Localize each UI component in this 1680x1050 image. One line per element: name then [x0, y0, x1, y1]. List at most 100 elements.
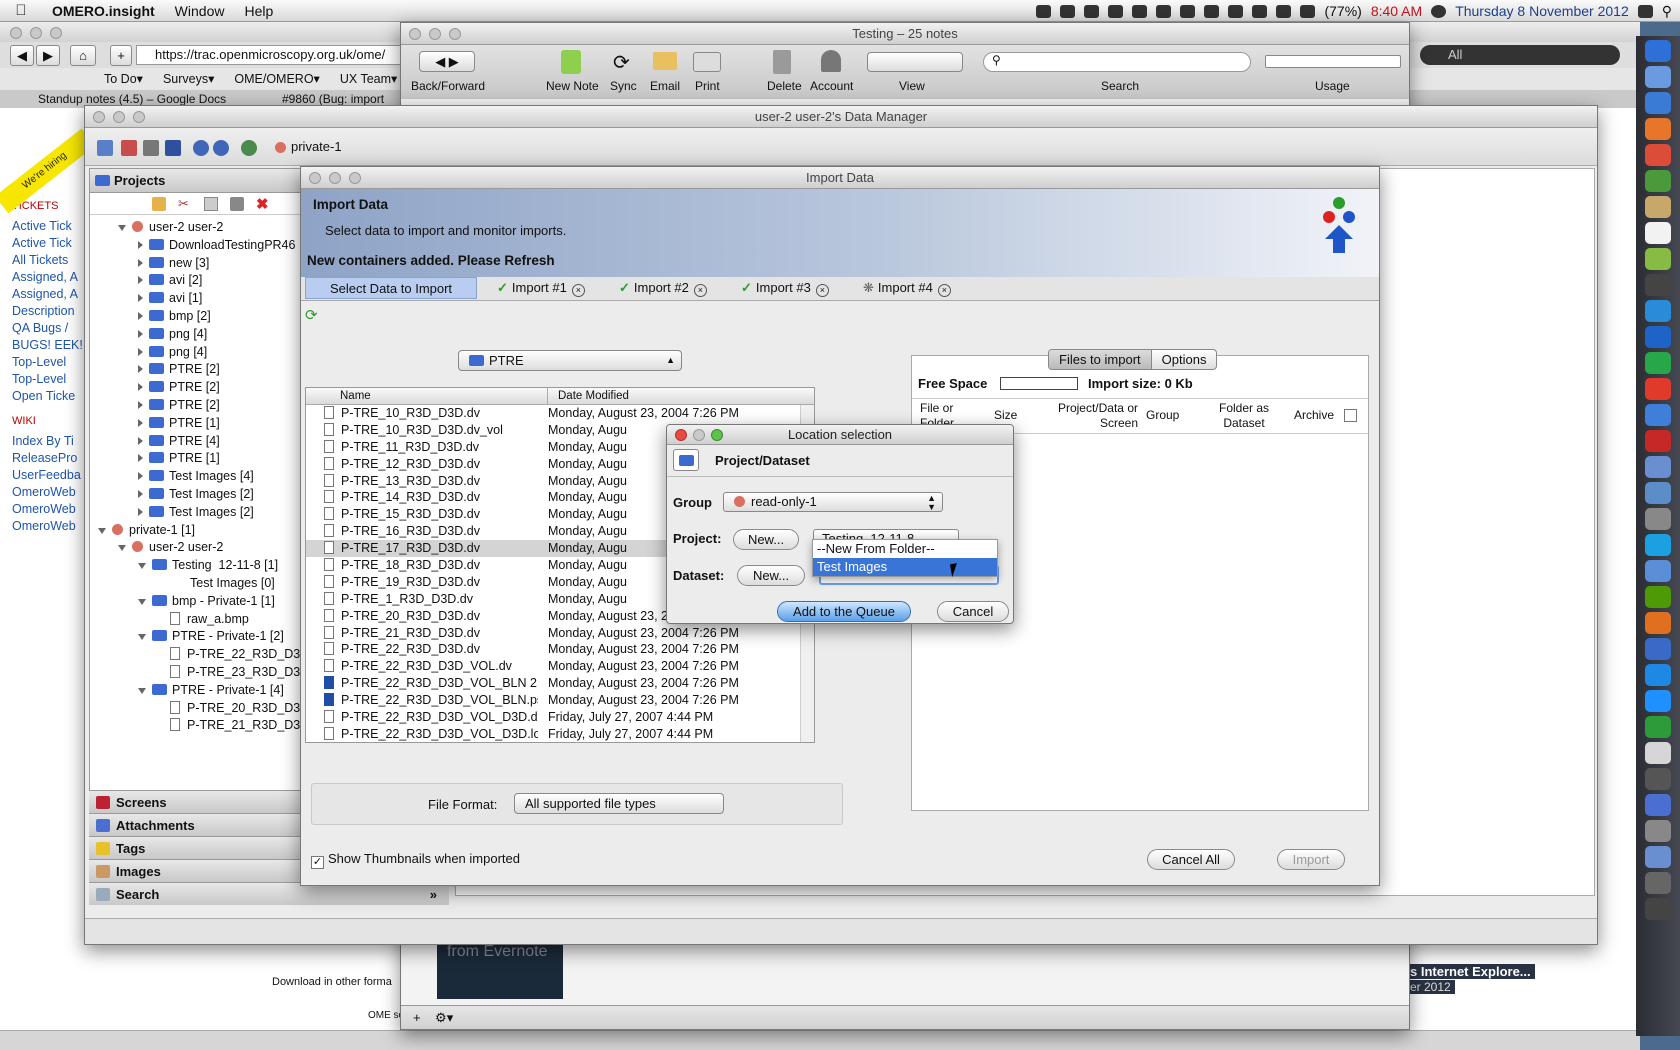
- sync-icon[interactable]: ⟳: [613, 50, 630, 75]
- file-row[interactable]: P-TRE_22_R3D_D3D_VOL.dv Monday, August 23…: [306, 658, 814, 675]
- clock-date[interactable]: Thursday 8 November 2012: [1455, 3, 1629, 19]
- ticket-link[interactable]: Top-Level: [12, 371, 90, 388]
- status-icon[interactable]: [1156, 4, 1172, 18]
- back-button[interactable]: ◀: [10, 45, 34, 66]
- dock-app-icon[interactable]: [1645, 534, 1671, 556]
- dataset-option-test-images[interactable]: Test Images: [813, 558, 997, 576]
- tab-import-1[interactable]: ✓ Import #1 ×: [497, 277, 585, 299]
- zoom-button[interactable]: [349, 172, 361, 184]
- download-text[interactable]: Download in other forma: [272, 976, 392, 988]
- notification-icon[interactable]: [1637, 4, 1653, 18]
- dataset-option-new-from-folder[interactable]: --New From Folder--: [813, 540, 997, 558]
- ticket-link[interactable]: QA Bugs /: [12, 320, 90, 337]
- dock-app-icon[interactable]: [1645, 482, 1671, 504]
- disclosure-triangle-icon[interactable]: [138, 400, 143, 409]
- wiki-link[interactable]: Index By Ti: [12, 433, 90, 450]
- toolbar-icon[interactable]: [121, 140, 137, 156]
- close-tab-icon[interactable]: ×: [571, 284, 585, 297]
- chevron-down-icon[interactable]: »: [430, 883, 437, 906]
- minimize-button[interactable]: [329, 172, 341, 184]
- file-row[interactable]: P-TRE_10_R3D_D3D.dv Monday, August 23, 20…: [306, 405, 814, 422]
- ie-link[interactable]: s Internet Explore...: [1406, 964, 1535, 979]
- zoom-button[interactable]: [449, 28, 461, 40]
- status-icon[interactable]: [1132, 4, 1148, 18]
- disclosure-triangle-icon[interactable]: [138, 687, 146, 694]
- disclosure-triangle-icon[interactable]: [138, 347, 143, 356]
- dock-app-icon[interactable]: [1645, 430, 1671, 452]
- email-icon[interactable]: [653, 52, 677, 70]
- ticket-link[interactable]: Active Tick: [12, 235, 90, 252]
- dock-app-icon[interactable]: [1645, 846, 1671, 868]
- dock-app-icon[interactable]: [1645, 196, 1671, 218]
- status-icon[interactable]: [1036, 4, 1052, 18]
- cancel-all-button[interactable]: Cancel All: [1147, 849, 1235, 870]
- browser-search[interactable]: All: [1420, 45, 1620, 65]
- file-row[interactable]: P-TRE_22_R3D_D3D.dv Monday, August 23, 20…: [306, 641, 814, 658]
- back-forward-button[interactable]: ◀ ▶: [419, 51, 475, 72]
- disclosure-triangle-icon[interactable]: [138, 383, 143, 392]
- disclosure-triangle-icon[interactable]: [138, 276, 143, 285]
- disclosure-triangle-icon[interactable]: [138, 436, 143, 445]
- new-tab-button[interactable]: +: [110, 45, 132, 66]
- new-dataset-button[interactable]: New...: [737, 565, 805, 586]
- tab-select-data[interactable]: Select Data to Import: [305, 277, 477, 299]
- dock-app-icon[interactable]: [1645, 222, 1671, 244]
- wifi-icon[interactable]: [1252, 4, 1268, 18]
- paste-icon[interactable]: [230, 197, 244, 211]
- menu-help[interactable]: Help: [234, 3, 283, 19]
- zoom-button[interactable]: [133, 111, 145, 123]
- group-selector[interactable]: private-1: [291, 139, 342, 154]
- account-button[interactable]: Account: [810, 79, 853, 93]
- column-name[interactable]: Name: [306, 388, 548, 404]
- disclosure-triangle-icon[interactable]: [138, 634, 146, 641]
- folder-selector[interactable]: PTRE ▲: [458, 350, 682, 371]
- toolbar-icon[interactable]: [193, 140, 209, 156]
- disclosure-triangle-icon[interactable]: [138, 365, 143, 374]
- toolbar-icon[interactable]: [241, 140, 257, 156]
- dock-app-icon[interactable]: [1645, 560, 1671, 582]
- dock-app-icon[interactable]: [1645, 144, 1671, 166]
- toolbar-icon[interactable]: [97, 140, 113, 156]
- account-icon[interactable]: [821, 50, 841, 72]
- tab-import-3[interactable]: ✓ Import #3 ×: [741, 277, 829, 299]
- menu-window[interactable]: Window: [165, 3, 235, 19]
- group-select[interactable]: read-only-1 ▲ ▼: [723, 492, 943, 512]
- show-thumbnails-checkbox[interactable]: ✓: [311, 856, 324, 869]
- dock-app-icon[interactable]: [1645, 898, 1671, 920]
- disclosure-triangle-icon[interactable]: [98, 527, 106, 534]
- new-project-button[interactable]: New...: [733, 529, 799, 550]
- zoom-button[interactable]: [711, 429, 723, 441]
- user-icon[interactable]: [1431, 4, 1447, 18]
- apple-menu-icon[interactable]: : [0, 2, 42, 19]
- disclosure-triangle-icon[interactable]: [138, 311, 143, 320]
- status-icon[interactable]: [1228, 4, 1244, 18]
- file-row[interactable]: P-TRE_22_R3D_D3D_VOL_BLN.psd Monday, Augu…: [306, 692, 814, 709]
- disclosure-triangle-icon[interactable]: [138, 329, 143, 338]
- tab-import-4[interactable]: ❋ Import #4 ×: [863, 277, 951, 299]
- disclosure-triangle-icon[interactable]: [138, 294, 143, 303]
- add-to-queue-button[interactable]: Add to the Queue: [777, 601, 911, 622]
- email-button[interactable]: Email: [650, 79, 680, 93]
- toolbar-icon[interactable]: [165, 140, 181, 156]
- dock-app-icon[interactable]: [1645, 690, 1671, 712]
- ticket-link[interactable]: All Tickets: [12, 252, 90, 269]
- new-container-icon[interactable]: [152, 197, 166, 211]
- dock-app-icon[interactable]: [1645, 664, 1671, 686]
- close-tab-icon[interactable]: ×: [693, 284, 707, 297]
- tab-files-to-import[interactable]: Files to import: [1049, 350, 1152, 369]
- close-tab-icon[interactable]: ×: [815, 284, 829, 297]
- forward-button[interactable]: ▶: [36, 45, 60, 66]
- dock-app-icon[interactable]: [1645, 456, 1671, 478]
- dock-app-icon[interactable]: [1645, 352, 1671, 374]
- file-format-select[interactable]: All supported file types: [514, 793, 724, 814]
- dock-app-icon[interactable]: [1645, 66, 1671, 88]
- status-icon[interactable]: [1180, 4, 1196, 18]
- new-note-button[interactable]: New Note: [546, 79, 599, 93]
- dock-app-icon[interactable]: [1645, 768, 1671, 790]
- volume-icon[interactable]: [1276, 4, 1292, 18]
- app-menu[interactable]: OMERO.insight: [42, 3, 165, 19]
- archive-checkbox[interactable]: [1344, 409, 1357, 422]
- file-row[interactable]: P-TRE_21_R3D_D3D.dv Monday, August 23, 20…: [306, 625, 814, 642]
- close-button[interactable]: [675, 429, 687, 441]
- wiki-link[interactable]: OmeroWeb: [12, 501, 90, 518]
